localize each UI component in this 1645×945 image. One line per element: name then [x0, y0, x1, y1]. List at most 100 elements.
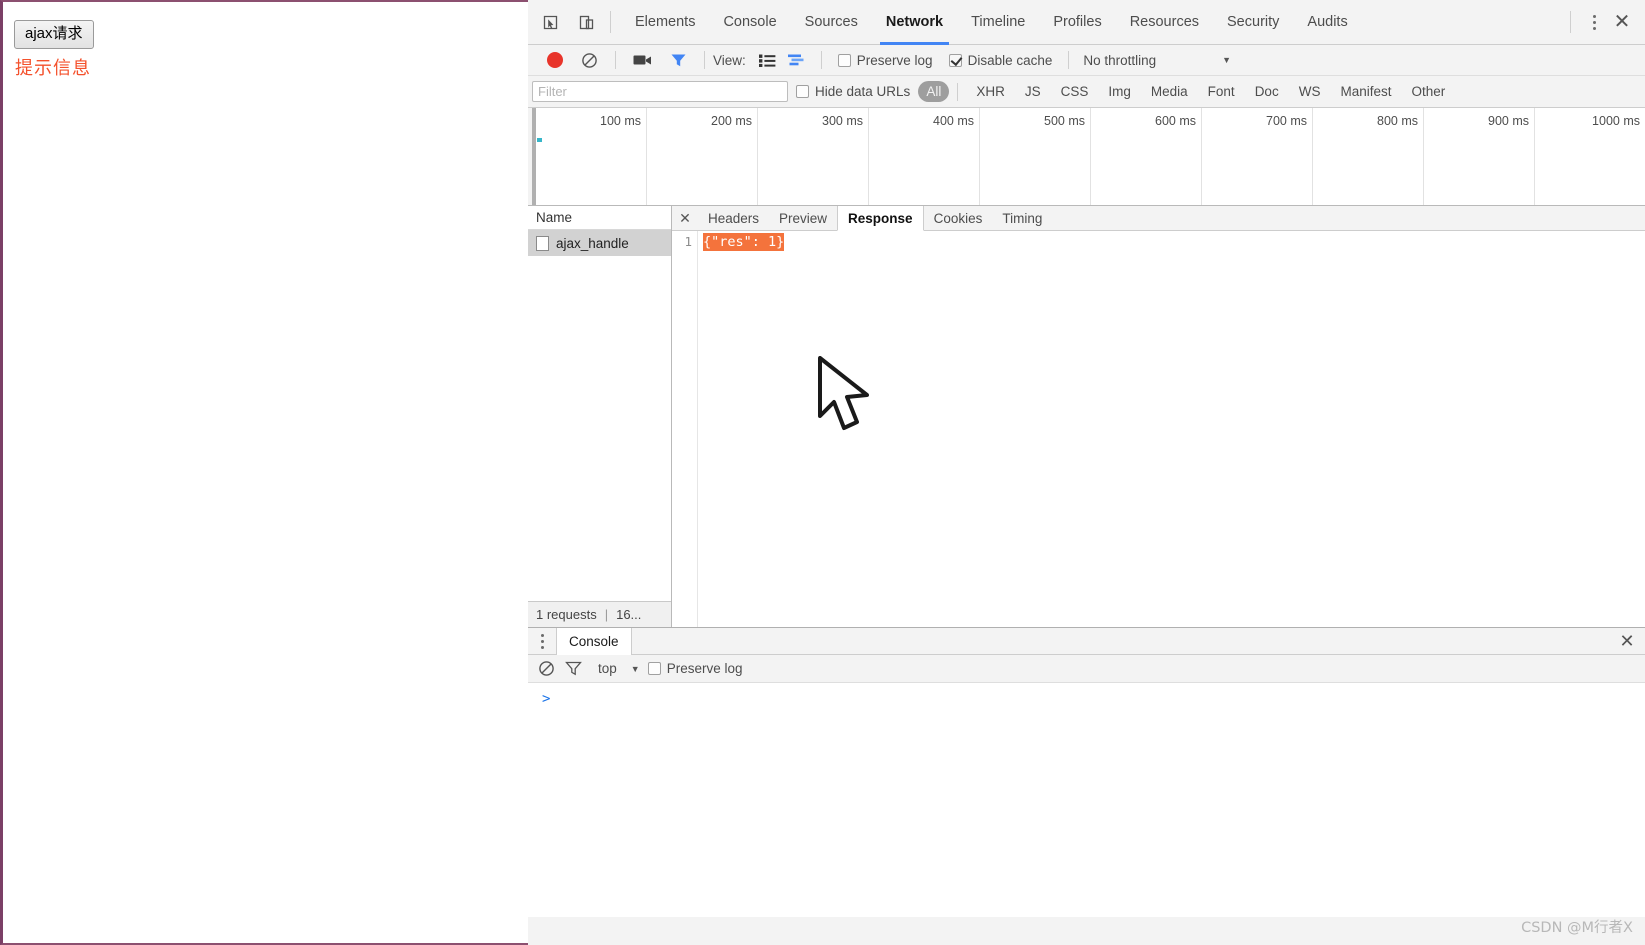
preserve-log-checkbox[interactable]: Preserve log — [837, 53, 933, 68]
detail-tabstrip: ✕ Headers Preview Response Cookies Timin… — [672, 206, 1645, 231]
filter-type-ws[interactable]: WS — [1289, 84, 1331, 99]
clear-icon[interactable] — [581, 52, 598, 69]
checkbox-box[interactable] — [647, 662, 661, 675]
filter-input[interactable] — [532, 81, 788, 102]
filter-type-doc[interactable]: Doc — [1245, 84, 1289, 99]
tick-label: 800 ms — [1377, 114, 1418, 128]
drawer-tab-console[interactable]: Console — [556, 628, 632, 655]
overview-tick: 700 ms — [1202, 108, 1313, 205]
request-list-empty-area — [528, 256, 671, 601]
filter-type-img[interactable]: Img — [1098, 84, 1141, 99]
overview-tick: 1000 ms — [1535, 108, 1645, 205]
close-detail-icon[interactable]: ✕ — [672, 206, 698, 230]
disable-cache-checkbox[interactable]: Disable cache — [948, 53, 1052, 68]
filter-funnel-icon[interactable] — [670, 53, 687, 68]
overview-tick: 100 ms — [536, 108, 647, 205]
request-list-header[interactable]: Name — [528, 206, 671, 230]
filter-type-css[interactable]: CSS — [1051, 84, 1099, 99]
ajax-request-button[interactable]: ajax请求 — [14, 20, 94, 49]
toolbar-divider — [1068, 51, 1070, 69]
tick-label: 500 ms — [1044, 114, 1085, 128]
tick-label: 1000 ms — [1592, 114, 1640, 128]
response-body-text[interactable]: {"res": 1} — [703, 233, 785, 251]
filter-type-all[interactable]: All — [918, 81, 950, 102]
console-preserve-log-checkbox[interactable]: Preserve log — [647, 661, 743, 676]
tab-resources[interactable]: Resources — [1116, 0, 1213, 45]
tab-sources[interactable]: Sources — [791, 0, 872, 45]
hide-data-urls-label: Hide data URLs — [815, 84, 911, 99]
overview-tick: 800 ms — [1313, 108, 1424, 205]
filter-type-js[interactable]: JS — [1015, 84, 1051, 99]
close-icon[interactable]: ✕ — [1607, 7, 1637, 37]
network-main-split: Name ajax_handle 1 requests | 16... ✕ He… — [528, 206, 1645, 627]
list-view-icon[interactable] — [758, 54, 776, 67]
hide-data-urls-checkbox[interactable]: Hide data URLs — [796, 84, 910, 99]
filter-type-xhr[interactable]: XHR — [966, 84, 1015, 99]
inspect-element-icon[interactable] — [536, 8, 564, 36]
checkbox-box[interactable] — [796, 85, 809, 98]
response-body-viewer[interactable]: 1 {"res": 1} — [672, 231, 1645, 627]
tab-security[interactable]: Security — [1213, 0, 1293, 45]
toolbar-divider — [610, 11, 611, 33]
devtools-panel: Elements Console Sources Network Timelin… — [528, 0, 1645, 945]
more-options-icon[interactable] — [1581, 9, 1607, 35]
tab-audits[interactable]: Audits — [1293, 0, 1361, 45]
filter-type-font[interactable]: Font — [1198, 84, 1245, 99]
tick-label: 600 ms — [1155, 114, 1196, 128]
toolbar-divider — [704, 51, 705, 69]
drawer-tabstrip: Console ✕ — [528, 628, 1645, 655]
status-transferred: 16... — [616, 607, 642, 622]
tab-cookies[interactable]: Cookies — [924, 206, 993, 230]
tab-timeline[interactable]: Timeline — [957, 0, 1039, 45]
network-overview-timeline[interactable]: 100 ms 200 ms 300 ms 400 ms 500 ms 600 m… — [528, 108, 1645, 206]
tab-elements[interactable]: Elements — [621, 0, 709, 45]
tab-network[interactable]: Network — [872, 0, 957, 45]
browser-page-viewport: ajax请求 提示信息 — [0, 0, 528, 945]
console-toolbar: top ▼ Preserve log — [528, 655, 1645, 683]
status-separator: | — [604, 607, 609, 622]
throttling-dropdown[interactable]: No throttling ▼ — [1083, 53, 1231, 68]
document-icon — [536, 235, 549, 251]
execution-context-dropdown[interactable]: top ▼ — [598, 661, 640, 676]
devtools-tabstrip: Elements Console Sources Network Timelin… — [528, 0, 1645, 45]
device-toolbar-icon[interactable] — [572, 8, 600, 36]
record-button-icon[interactable] — [547, 52, 563, 68]
toolbar-divider — [1570, 11, 1571, 33]
checkbox-box[interactable] — [948, 53, 962, 67]
request-detail-panel: ✕ Headers Preview Response Cookies Timin… — [672, 206, 1645, 627]
camera-icon[interactable] — [633, 53, 652, 67]
throttling-value: No throttling — [1083, 52, 1157, 68]
overview-ticks: 100 ms 200 ms 300 ms 400 ms 500 ms 600 m… — [536, 108, 1645, 205]
more-options-icon[interactable] — [528, 628, 556, 654]
close-drawer-icon[interactable]: ✕ — [1609, 628, 1645, 654]
chevron-down-icon[interactable]: ▼ — [631, 664, 640, 674]
waterfall-view-icon[interactable] — [787, 54, 807, 67]
devtools-tabstrip-actions: ✕ — [1560, 7, 1645, 37]
checkbox-box[interactable] — [837, 53, 851, 67]
toolbar-divider — [615, 51, 616, 69]
chevron-down-icon[interactable]: ▼ — [1222, 55, 1231, 65]
context-value: top — [598, 661, 617, 676]
tab-profiles[interactable]: Profiles — [1039, 0, 1115, 45]
tab-preview[interactable]: Preview — [769, 206, 837, 230]
tab-response[interactable]: Response — [837, 206, 924, 231]
filter-type-other[interactable]: Other — [1401, 84, 1455, 99]
console-output-area[interactable]: > — [528, 683, 1645, 917]
filter-funnel-icon[interactable] — [565, 661, 582, 676]
table-row[interactable]: ajax_handle — [528, 230, 671, 256]
view-label: View: — [713, 52, 746, 68]
response-code[interactable]: {"res": 1} — [698, 231, 1645, 627]
overview-tick: 900 ms — [1424, 108, 1535, 205]
tab-headers[interactable]: Headers — [698, 206, 769, 230]
request-list: Name ajax_handle 1 requests | 16... — [528, 206, 672, 627]
tick-label: 300 ms — [822, 114, 863, 128]
tab-console[interactable]: Console — [709, 0, 790, 45]
overview-tick: 200 ms — [647, 108, 758, 205]
filter-type-manifest[interactable]: Manifest — [1330, 84, 1401, 99]
overview-tick: 300 ms — [758, 108, 869, 205]
tab-timing[interactable]: Timing — [992, 206, 1052, 230]
console-prompt-icon[interactable]: > — [542, 691, 550, 707]
clear-console-icon[interactable] — [538, 660, 555, 677]
filter-type-media[interactable]: Media — [1141, 84, 1198, 99]
status-requests-count: 1 requests — [536, 607, 597, 622]
